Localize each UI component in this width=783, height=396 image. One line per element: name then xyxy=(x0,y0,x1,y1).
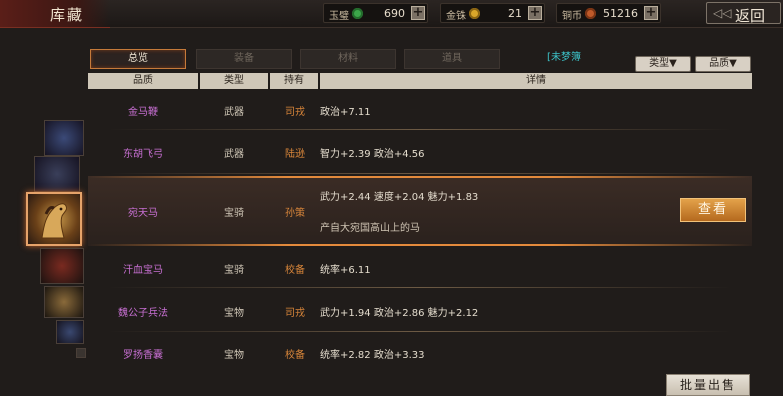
table-row[interactable]: 魏公子兵法 宝物 司戎 武力+1.94 政治+2.86 魅力+2.12 xyxy=(88,290,752,332)
item-name: 宛天马 xyxy=(128,207,158,219)
item-type: 宝骑 xyxy=(224,207,244,219)
title-plate: 库藏 xyxy=(0,0,110,28)
copper-coin-icon xyxy=(585,8,596,19)
back-button[interactable]: ◁◁ 返回 xyxy=(706,2,781,25)
resource-copper: 铜币 51216 + xyxy=(556,3,661,23)
item-name: 金马鞭 xyxy=(128,106,158,118)
top-bar: 库藏 玉璧 690 + 金铢 21 + 铜币 51216 + ◁◁ 返回 xyxy=(0,0,783,28)
item-owner: 陆逊 xyxy=(285,148,305,160)
item-name: 东胡飞弓 xyxy=(123,148,163,160)
item-thumbnail-pouch[interactable] xyxy=(56,320,84,344)
item-owner: 司戎 xyxy=(285,307,305,319)
item-name: 罗扬香囊 xyxy=(123,349,163,361)
item-detail: 统率+6.11 xyxy=(320,264,371,276)
item-thumbnail-blood-horse[interactable] xyxy=(40,248,84,284)
tab-dream-book[interactable]: [未梦簿 xyxy=(516,49,612,69)
item-thumbnail-horse-selected[interactable] xyxy=(26,192,82,246)
item-detail: 智力+2.39 政治+4.56 xyxy=(320,148,425,160)
item-detail: 武力+1.94 政治+2.86 魅力+2.12 xyxy=(320,307,479,319)
gold-coin-icon xyxy=(469,8,480,19)
row-divider xyxy=(108,331,732,332)
column-header-quality[interactable]: 品质 xyxy=(88,73,198,89)
item-detail: 武力+2.44 速度+2.04 魅力+1.83 产自大宛国高山上的马 xyxy=(320,176,680,246)
selection-highlight xyxy=(88,244,752,246)
item-detail: 政治+7.11 xyxy=(320,106,371,118)
quality-filter-dropdown[interactable]: 品质▼ xyxy=(695,56,751,72)
resource-gold: 金铢 21 + xyxy=(440,3,545,23)
item-owner: 司戎 xyxy=(285,106,305,118)
add-gold-button[interactable]: + xyxy=(528,6,542,20)
type-filter-dropdown[interactable]: 类型▼ xyxy=(635,56,691,72)
back-button-label: 返回 xyxy=(735,7,766,25)
item-thumbnail-gold-whip[interactable] xyxy=(44,120,84,156)
row-divider xyxy=(108,287,732,288)
item-type: 武器 xyxy=(224,106,244,118)
page-title: 库藏 xyxy=(50,6,85,24)
tab-materials[interactable]: 材料 xyxy=(300,49,396,69)
back-arrow-icon: ◁◁ xyxy=(713,6,732,20)
resource-label: 金铢 xyxy=(446,11,466,22)
column-header-owner[interactable]: 持有 xyxy=(270,73,318,89)
jade-coin-icon xyxy=(352,8,363,19)
item-type: 宝骑 xyxy=(224,264,244,276)
table-row[interactable]: 汗血宝马 宝骑 校备 统率+6.11 xyxy=(88,248,752,288)
resource-label: 铜币 xyxy=(562,11,582,22)
resource-value: 690 xyxy=(384,7,405,20)
item-detail: 统率+2.82 政治+3.33 xyxy=(320,349,425,361)
item-thumbnail-bow[interactable] xyxy=(34,156,80,192)
row-divider xyxy=(108,173,732,174)
item-type: 宝物 xyxy=(224,349,244,361)
scroll-indicator[interactable] xyxy=(76,348,86,358)
resource-value: 51216 xyxy=(603,7,638,20)
table-row[interactable]: 东胡飞弓 武器 陆逊 智力+2.39 政治+4.56 xyxy=(88,130,752,174)
item-owner: 校备 xyxy=(285,264,305,276)
item-stats: 武力+2.44 速度+2.04 魅力+1.83 xyxy=(320,192,479,203)
item-name: 汗血宝马 xyxy=(123,264,163,276)
tab-equipment[interactable]: 装备 xyxy=(196,49,292,69)
table-row-selected[interactable]: 宛天马 宝骑 孙策 武力+2.44 速度+2.04 魅力+1.83 产自大宛国高… xyxy=(88,176,752,246)
item-type: 武器 xyxy=(224,148,244,160)
item-type: 宝物 xyxy=(224,307,244,319)
table-row[interactable]: 金马鞭 武器 司戎 政治+7.11 xyxy=(88,90,752,130)
bulk-sell-button[interactable]: 批量出售 xyxy=(666,374,750,396)
table-row[interactable]: 罗扬香囊 宝物 校备 统率+2.82 政治+3.33 xyxy=(88,334,752,372)
column-header-type[interactable]: 类型 xyxy=(200,73,268,89)
column-header-detail: 详情 xyxy=(320,73,752,89)
view-button[interactable]: 查看 xyxy=(680,198,746,222)
item-name: 魏公子兵法 xyxy=(118,307,168,319)
item-thumbnail-book[interactable] xyxy=(44,286,84,318)
resource-jade: 玉璧 690 + xyxy=(323,3,428,23)
add-jade-button[interactable]: + xyxy=(411,6,425,20)
add-copper-button[interactable]: + xyxy=(644,6,658,20)
item-owner: 孙策 xyxy=(285,207,305,219)
tab-items[interactable]: 道具 xyxy=(404,49,500,69)
tab-overview[interactable]: 总览 xyxy=(90,49,186,69)
item-description: 产自大宛国高山上的马 xyxy=(320,223,420,234)
resource-value: 21 xyxy=(508,7,522,20)
resource-label: 玉璧 xyxy=(329,11,349,22)
horse-icon xyxy=(41,203,67,239)
item-owner: 校备 xyxy=(285,349,305,361)
